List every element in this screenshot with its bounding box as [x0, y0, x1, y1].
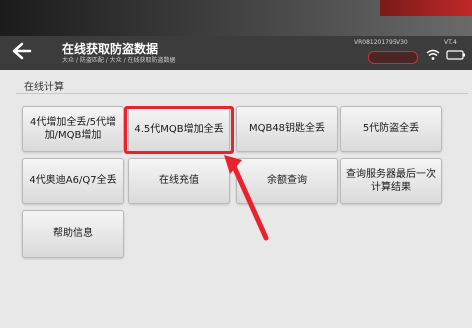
btn-mqb48-key-all-lost[interactable]: MQB48钥匙全丢	[236, 106, 338, 152]
vci-icon	[446, 50, 465, 60]
vin-readout: VR081201795	[354, 39, 397, 46]
section-label: 在线计算	[24, 82, 64, 93]
btn-gen5-immo-all-lost[interactable]: 5代防盗全丢	[340, 106, 442, 152]
version-readout: V30	[396, 39, 408, 46]
status-badge	[368, 51, 418, 64]
btn-balance-query[interactable]: 余额查询	[236, 158, 338, 204]
annotation-highlight-box	[124, 106, 234, 154]
btn-gen4-audi-a6-q7-all-lost[interactable]: 4代奥迪A6/Q7全丢	[22, 158, 124, 204]
vt-readout: VT.4	[444, 39, 457, 46]
wifi-icon	[426, 49, 440, 60]
title-bar: 在线获取防盗数据 大众 / 防盗匹配 / 大众 / 在线获取防盗数据 VR081…	[0, 36, 472, 70]
back-arrow-icon[interactable]	[10, 42, 32, 60]
btn-gen4-add-all-lost[interactable]: 4代增加全丢/5代增加/MQB增加	[22, 106, 124, 152]
breadcrumb: 大众 / 防盗匹配 / 大众 / 在线获取防盗数据	[62, 57, 176, 64]
btn-online-recharge[interactable]: 在线充值	[128, 158, 230, 204]
btn-help-info[interactable]: 帮助信息	[22, 210, 124, 258]
btn-query-last-server-result[interactable]: 查询服务器最后一次计算结果	[340, 158, 442, 204]
device-accent	[380, 0, 472, 16]
section-divider	[16, 93, 468, 94]
